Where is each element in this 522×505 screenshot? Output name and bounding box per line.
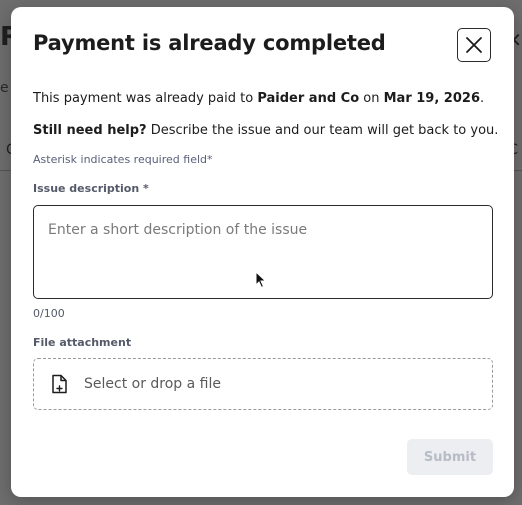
file-dropzone[interactable]: Select or drop a file — [33, 358, 493, 410]
background-text-fragment: e — [0, 80, 9, 96]
file-attachment-label: File attachment — [33, 336, 132, 349]
payee-name: Paider and Co — [257, 91, 360, 106]
file-add-icon — [52, 374, 67, 394]
paid-mid: on — [359, 91, 384, 106]
dialog-title: Payment is already completed — [33, 31, 386, 55]
paid-prefix: This payment was already paid to — [33, 91, 258, 106]
payment-completed-dialog: Payment is already completed This paymen… — [11, 7, 514, 497]
close-button[interactable] — [457, 28, 491, 62]
dropzone-label: Select or drop a file — [84, 376, 221, 392]
help-heading: Still need help? — [33, 123, 147, 138]
paid-date: Mar 19, 2026 — [383, 91, 480, 106]
help-text: Still need help? Describe the issue and … — [33, 123, 498, 138]
mouse-cursor-icon — [255, 271, 267, 289]
payment-status-text: This payment was already paid to Paider … — [33, 91, 484, 106]
issue-description-label: Issue description * — [33, 182, 149, 195]
help-description: Describe the issue and our team will get… — [146, 123, 499, 138]
paid-suffix: . — [480, 91, 485, 106]
submit-button[interactable]: Submit — [407, 439, 493, 475]
character-counter: 0/100 — [33, 307, 65, 320]
required-field-note: Asterisk indicates required field* — [33, 153, 213, 166]
close-icon — [466, 37, 482, 53]
